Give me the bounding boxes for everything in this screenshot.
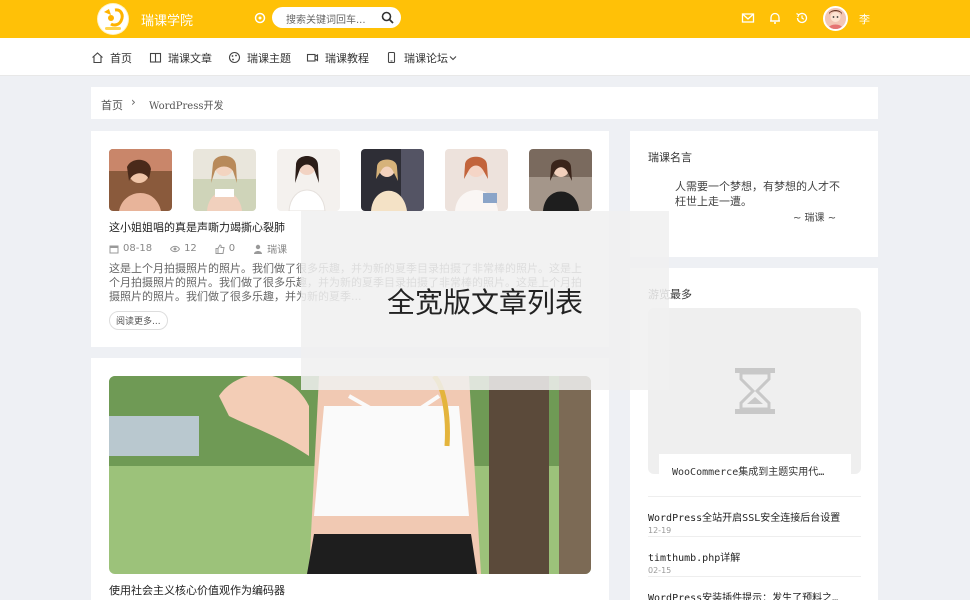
post-featured-image[interactable] <box>109 376 591 574</box>
avatar[interactable] <box>823 6 848 31</box>
breadcrumb-separator: › <box>131 95 136 109</box>
bell-icon[interactable] <box>768 11 782 25</box>
history-icon[interactable] <box>795 11 809 25</box>
location-icon[interactable] <box>253 11 267 25</box>
nav-item-home[interactable]: 首页 <box>91 50 132 65</box>
nav-item-tutorials[interactable]: 瑞课教程 <box>306 50 369 65</box>
post-thumbnail[interactable] <box>277 149 340 211</box>
quote-text: 人需要一个梦想，有梦想的人才不枉世上走一遭。 <box>675 180 840 208</box>
post-date: 08-18 <box>109 241 152 256</box>
list-item-date: 12-19 <box>648 526 672 535</box>
site-logo[interactable] <box>97 3 129 35</box>
nav-label: 瑞课教程 <box>325 51 369 65</box>
list-item-title[interactable]: WordPress安装插件提示：发生了预料之… <box>648 589 838 600</box>
breadcrumb-home[interactable]: 首页 <box>101 97 123 113</box>
post-author-value: 瑞课 <box>267 245 288 256</box>
phone-icon <box>387 51 396 64</box>
site-name[interactable]: 瑞课学院 <box>141 10 193 29</box>
nav-label: 首页 <box>110 51 132 65</box>
post-thumbnail[interactable] <box>193 149 256 211</box>
nav-label: 瑞课文章 <box>168 51 212 65</box>
nav-item-forum[interactable]: 瑞课论坛 <box>385 50 457 65</box>
nav-label: 瑞课论坛 <box>404 51 448 65</box>
user-icon <box>254 244 263 254</box>
list-item-title[interactable]: timthumb.php详解 <box>648 549 740 564</box>
calendar-icon <box>109 245 119 253</box>
breadcrumb: 首页 › WordPress开发 <box>91 87 878 119</box>
post-thumbnail[interactable] <box>109 149 172 211</box>
search-box[interactable]: 搜索关键词回车... <box>272 7 401 28</box>
nav-label: 瑞课主题 <box>247 51 291 65</box>
video-icon <box>306 53 319 62</box>
overlay-title: 全宽版文章列表 <box>386 286 583 319</box>
post-author[interactable]: 瑞课 <box>253 241 287 256</box>
post-card: 使用社会主义核心价值观作为编码器 <box>91 358 609 600</box>
main-nav: 首页 瑞课文章 瑞课主题 瑞课教程 瑞课论坛 <box>0 38 970 76</box>
hourglass-icon <box>735 368 775 414</box>
post-date-value: 08-18 <box>123 243 153 254</box>
popular-caption-box[interactable]: WooCommerce集成到主题实用代… <box>659 454 851 484</box>
post-title[interactable]: 这小姐姐唱的真是声嘶力竭撕心裂肺 <box>109 219 285 235</box>
username[interactable]: 李 <box>859 11 870 27</box>
post-views: 12 <box>170 241 197 256</box>
post-likes[interactable]: 0 <box>215 241 235 256</box>
search-icon[interactable] <box>381 11 394 24</box>
layout-overlay: 全宽版文章列表 <box>301 211 669 390</box>
post-thumbnail[interactable] <box>445 149 508 211</box>
chevron-down-icon <box>449 55 457 60</box>
list-item[interactable]: timthumb.php详解 02-15 <box>648 536 861 576</box>
nav-item-articles[interactable]: 瑞课文章 <box>149 50 212 65</box>
list-item[interactable]: WordPress全站开启SSL安全连接后台设置 12-19 <box>648 496 861 536</box>
eye-icon <box>170 245 181 252</box>
widget-title: 瑞课名言 <box>648 151 692 164</box>
popular-featured-image[interactable] <box>648 308 861 474</box>
thumbs-up-icon <box>215 243 225 254</box>
read-more-button[interactable]: 阅读更多... <box>109 311 168 330</box>
quote-author: ~ 瑞课 ~ <box>793 213 837 224</box>
breadcrumb-current[interactable]: WordPress开发 <box>149 97 224 112</box>
search-input[interactable]: 搜索关键词回车... <box>286 11 378 26</box>
book-icon <box>149 52 162 63</box>
post-thumbnail[interactable] <box>361 149 424 211</box>
popular-featured-title[interactable]: WooCommerce集成到主题实用代… <box>672 463 824 478</box>
home-icon <box>92 52 103 64</box>
mail-icon[interactable] <box>741 11 755 25</box>
post-meta: 08-18 12 0 瑞课 <box>109 241 305 256</box>
nav-item-themes[interactable]: 瑞课主题 <box>228 50 291 65</box>
post-title[interactable]: 使用社会主义核心价值观作为编码器 <box>109 582 285 598</box>
post-likes-value: 0 <box>228 243 236 254</box>
list-item-date: 02-15 <box>648 566 672 575</box>
post-views-value: 12 <box>184 243 197 254</box>
top-header: 瑞课学院 搜索关键词回车... 李 <box>0 0 970 38</box>
palette-icon <box>228 51 241 64</box>
post-thumbnail[interactable] <box>529 149 592 211</box>
list-item[interactable]: WordPress安装插件提示：发生了预料之… <box>648 576 861 600</box>
list-item-title[interactable]: WordPress全站开启SSL安全连接后台设置 <box>648 509 840 524</box>
